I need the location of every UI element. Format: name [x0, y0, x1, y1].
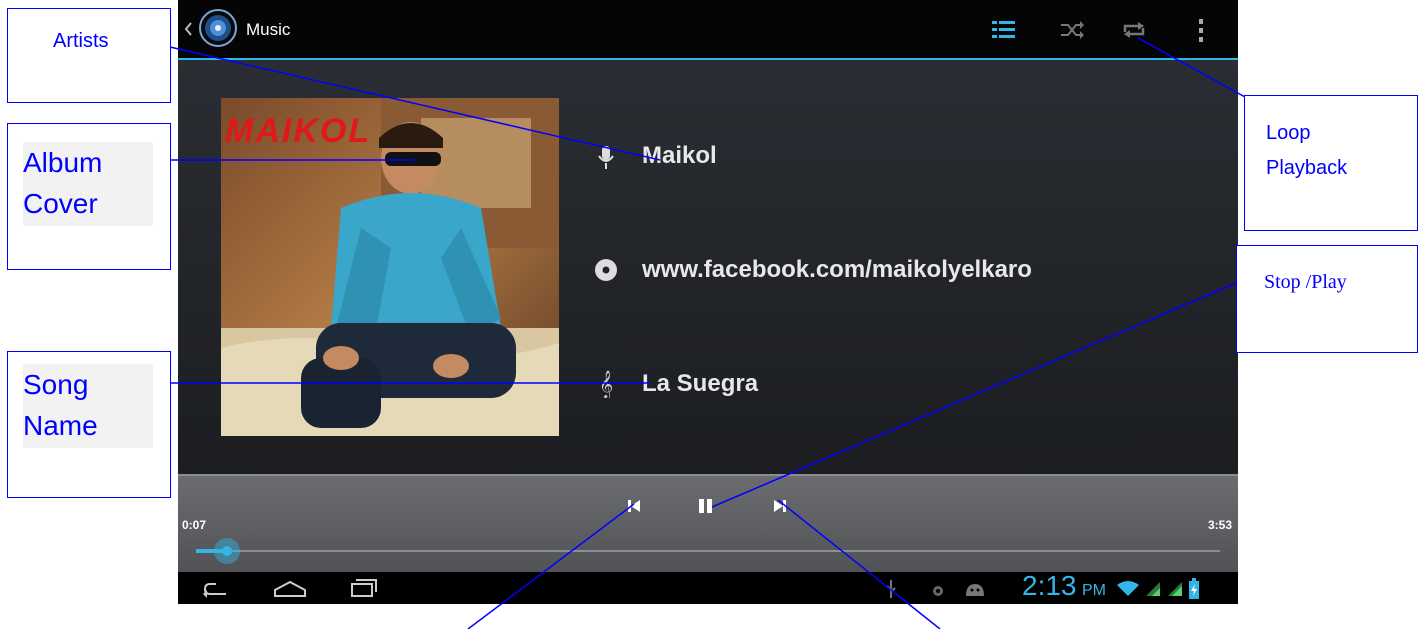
callout-album-cover-line2: Cover [23, 188, 98, 219]
callout-artists: Artists [7, 8, 171, 103]
callout-album-cover-label: Album Cover [23, 142, 153, 226]
loop-leader-line [1137, 37, 1246, 98]
callout-song-name-line2: Name [23, 410, 98, 441]
callout-album-cover-line1: Album [23, 147, 103, 178]
callout-loop-playback: Loop Playback [1244, 95, 1418, 231]
callout-loop-line2: Playback [1266, 157, 1348, 179]
callout-loop-line1: Loop [1266, 122, 1311, 144]
callout-loop-label: Loop Playback [1266, 116, 1347, 186]
callout-album-cover: Album Cover [7, 123, 171, 270]
stop-play-leader-line [711, 282, 1237, 508]
callout-stop-play-label: Stop /Play [1264, 271, 1347, 293]
next-leader-line [777, 499, 941, 629]
callout-song-name-label: Song Name [23, 364, 153, 448]
previous-leader-line [467, 503, 635, 629]
callout-song-name: Song Name [7, 351, 171, 498]
callout-song-name-line1: Song [23, 369, 89, 400]
callout-stop-play: Stop /Play [1236, 245, 1418, 353]
artists-leader-line [169, 46, 661, 161]
annotation-leader-lines [169, 37, 1246, 629]
callout-artists-label: Artists [53, 30, 109, 52]
